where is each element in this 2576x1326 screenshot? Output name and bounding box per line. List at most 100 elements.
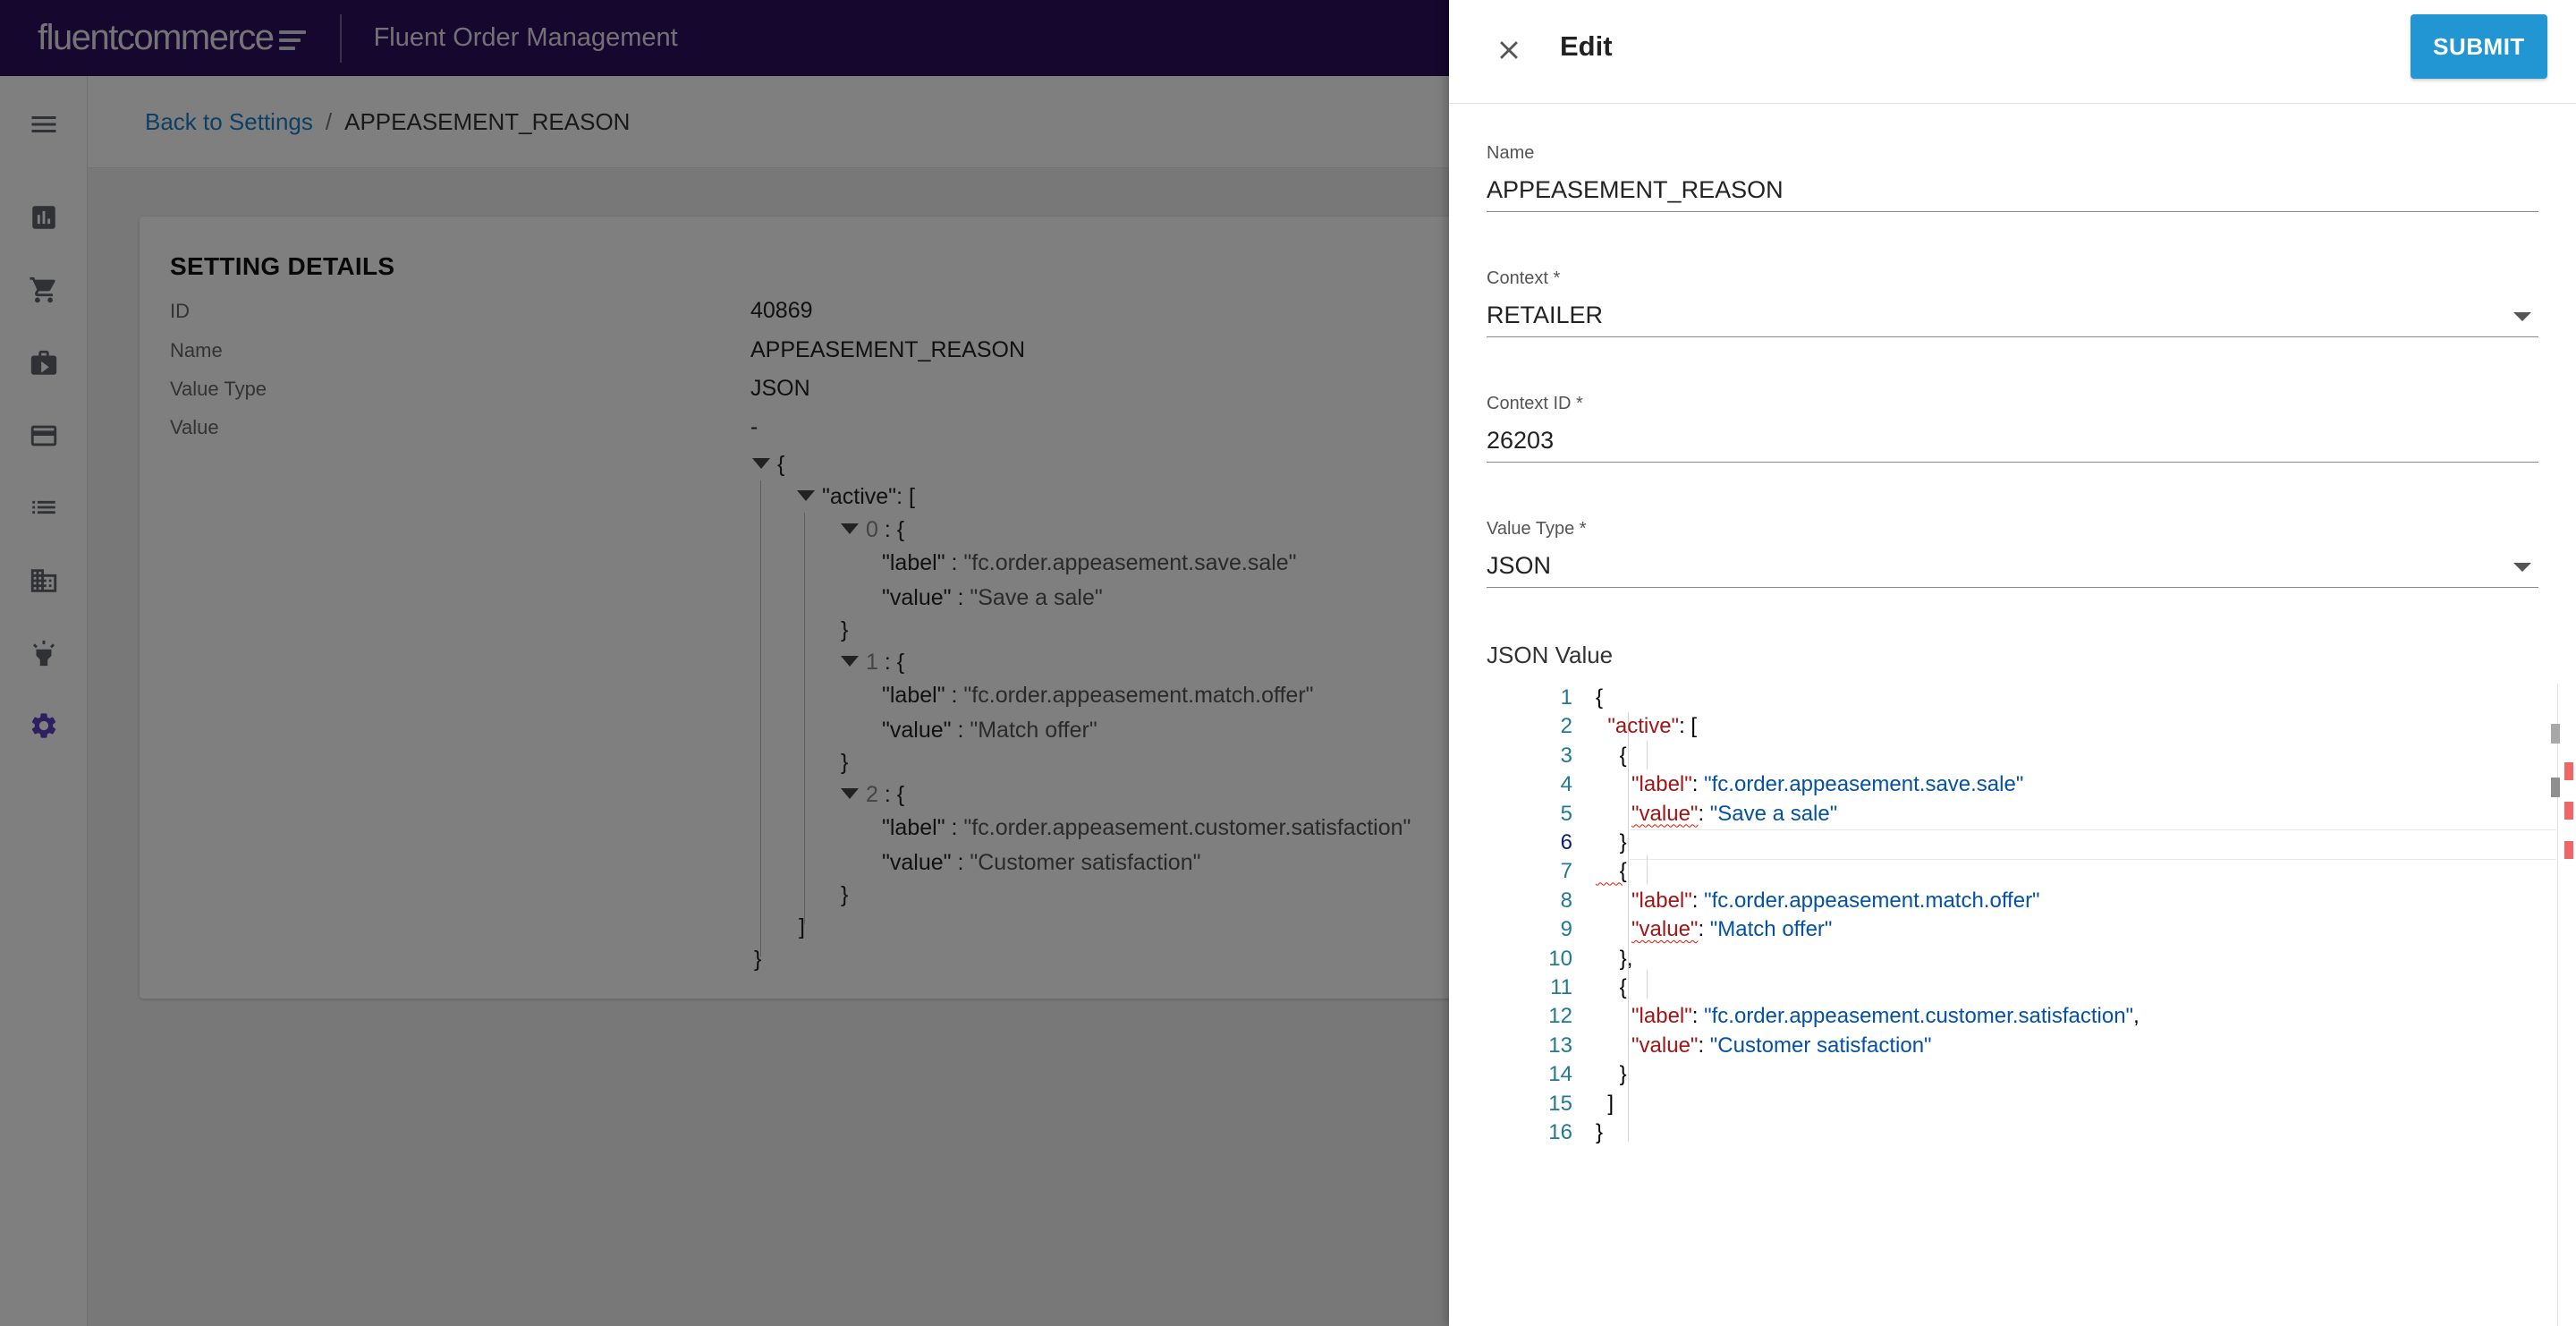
code-line[interactable]: 1{ bbox=[1487, 685, 2538, 714]
json-key: "label" bbox=[1631, 772, 1692, 797]
line-number: 4 bbox=[1560, 772, 1572, 797]
drawer-title: Edit bbox=[1560, 30, 1613, 62]
code-line[interactable]: 8 "label": "fc.order.appeasement.match.o… bbox=[1487, 888, 2538, 917]
drawer-header: Edit SUBMIT bbox=[1449, 0, 2576, 104]
json-punct: : bbox=[1698, 1033, 1710, 1058]
context-field[interactable]: Context * RETAILER bbox=[1487, 268, 2538, 337]
json-key: "label" bbox=[1631, 1004, 1692, 1029]
json-punct: : bbox=[1698, 917, 1710, 942]
json-punct: : bbox=[1691, 888, 1705, 913]
code-text: } bbox=[1596, 1120, 1603, 1145]
value-type-field[interactable]: Value Type * JSON bbox=[1487, 519, 2538, 588]
code-line[interactable]: 9 "value": "Match offer" bbox=[1487, 917, 2538, 946]
code-text: { bbox=[1596, 975, 1627, 1000]
scroll-thumb[interactable] bbox=[2551, 724, 2560, 744]
context-select[interactable]: RETAILER bbox=[1487, 302, 2538, 337]
chevron-down-icon[interactable] bbox=[2513, 312, 2531, 321]
code-line[interactable]: 12 "label": "fc.order.appeasement.custom… bbox=[1487, 1004, 2538, 1033]
context-id-field[interactable]: Context ID * 26203 bbox=[1487, 394, 2538, 463]
code-line[interactable]: 13 "value": "Customer satisfaction" bbox=[1487, 1033, 2538, 1062]
code-line[interactable]: 11 { bbox=[1487, 975, 2538, 1004]
code-line[interactable]: 15 ] bbox=[1487, 1092, 2538, 1120]
line-number: 1 bbox=[1560, 685, 1572, 710]
code-text: "label": "fc.order.appeasement.match.off… bbox=[1596, 888, 2040, 914]
json-punct bbox=[1596, 888, 1631, 913]
json-string: "Save a sale" bbox=[1709, 801, 1838, 826]
code-text: ] bbox=[1596, 1092, 1614, 1117]
json-punct: } bbox=[1596, 1120, 1604, 1144]
code-text: "label": "fc.order.appeasement.save.sale… bbox=[1596, 772, 2023, 797]
json-punct: }, bbox=[1596, 946, 1633, 971]
code-text: "value": "Save a sale" bbox=[1596, 802, 1837, 827]
code-line[interactable]: 10 }, bbox=[1487, 947, 2538, 975]
code-text: "value": "Customer satisfaction" bbox=[1596, 1033, 1932, 1058]
code-text: { bbox=[1596, 859, 1627, 884]
code-text: { bbox=[1596, 685, 1603, 710]
json-key: "value" bbox=[1631, 917, 1699, 942]
json-punct: : [ bbox=[1679, 714, 1698, 739]
code-line[interactable]: 2 "active": [ bbox=[1487, 714, 2538, 743]
chevron-down-icon[interactable] bbox=[2513, 563, 2531, 572]
cursor-marker bbox=[2551, 778, 2560, 797]
json-key: "value" bbox=[1631, 1033, 1699, 1058]
code-text: } bbox=[1596, 830, 1627, 855]
value-type-select[interactable]: JSON bbox=[1487, 552, 2538, 588]
code-line[interactable]: 16} bbox=[1487, 1120, 2538, 1149]
code-text: }, bbox=[1596, 946, 1633, 972]
json-punct bbox=[1596, 714, 1607, 738]
line-number: 13 bbox=[1548, 1033, 1572, 1058]
json-key: "value" bbox=[1631, 801, 1699, 826]
json-punct: } bbox=[1596, 830, 1627, 854]
code-line[interactable]: 7 { bbox=[1487, 859, 2538, 888]
line-number: 16 bbox=[1548, 1120, 1572, 1144]
line-number: 5 bbox=[1560, 801, 1572, 826]
code-text: "label": "fc.order.appeasement.customer.… bbox=[1596, 1004, 2140, 1029]
json-punct: { bbox=[1596, 975, 1627, 999]
json-punct bbox=[1596, 1004, 1631, 1028]
json-punct: : bbox=[1691, 772, 1705, 797]
name-field[interactable]: Name APPEASEMENT_REASON bbox=[1487, 143, 2538, 212]
modal-backdrop[interactable] bbox=[0, 0, 1449, 1326]
code-line[interactable]: 6 } bbox=[1487, 830, 2538, 859]
line-number: 2 bbox=[1560, 714, 1572, 739]
code-text: "value": "Match offer" bbox=[1596, 917, 1832, 942]
line-number: 11 bbox=[1550, 975, 1572, 999]
line-number: 14 bbox=[1548, 1062, 1572, 1087]
name-field-label: Name bbox=[1487, 143, 1535, 163]
json-string: "Customer satisfaction" bbox=[1709, 1033, 1932, 1058]
json-punct: ] bbox=[1596, 1091, 1614, 1116]
json-value-label: JSON Value bbox=[1487, 642, 1614, 668]
json-punct bbox=[1596, 1033, 1631, 1058]
submit-button[interactable]: SUBMIT bbox=[2411, 14, 2547, 79]
line-number: 7 bbox=[1560, 859, 1572, 884]
line-number: 10 bbox=[1548, 946, 1572, 971]
json-punct: { bbox=[1596, 685, 1604, 710]
json-punct bbox=[1596, 772, 1631, 796]
error-marker bbox=[2564, 841, 2573, 859]
json-punct bbox=[1596, 917, 1631, 941]
json-punct bbox=[1596, 802, 1631, 826]
name-input[interactable]: APPEASEMENT_REASON bbox=[1487, 176, 2538, 212]
line-number: 3 bbox=[1560, 743, 1572, 768]
code-line[interactable]: 14 } bbox=[1487, 1062, 2538, 1091]
value-type-select-value: JSON bbox=[1487, 552, 1552, 579]
json-punct: : bbox=[1698, 801, 1710, 826]
context-id-field-label: Context ID * bbox=[1487, 394, 1583, 413]
context-field-label: Context * bbox=[1487, 268, 1561, 288]
json-key: "label" bbox=[1631, 888, 1692, 913]
code-line[interactable]: 5 "value": "Save a sale" bbox=[1487, 802, 2538, 830]
edit-drawer: Edit SUBMIT Name APPEASEMENT_REASON Cont… bbox=[1449, 0, 2576, 1326]
close-button[interactable] bbox=[1487, 28, 1531, 72]
json-code-editor[interactable]: 1{2 "active": [3 {4 "label": "fc.order.a… bbox=[1487, 684, 2573, 1326]
code-line[interactable]: 4 "label": "fc.order.appeasement.save.sa… bbox=[1487, 772, 2538, 801]
json-key: "active" bbox=[1607, 714, 1680, 739]
line-number: 8 bbox=[1560, 888, 1572, 913]
json-string: "Match offer" bbox=[1709, 917, 1833, 942]
line-number: 6 bbox=[1560, 830, 1572, 854]
code-text: } bbox=[1596, 1062, 1627, 1087]
json-string: "fc.order.appeasement.customer.satisfact… bbox=[1704, 1004, 2134, 1029]
error-marker bbox=[2564, 762, 2573, 780]
code-line[interactable]: 3 { bbox=[1487, 744, 2538, 772]
code-text: { bbox=[1596, 744, 1627, 769]
context-id-input[interactable]: 26203 bbox=[1487, 427, 2538, 463]
